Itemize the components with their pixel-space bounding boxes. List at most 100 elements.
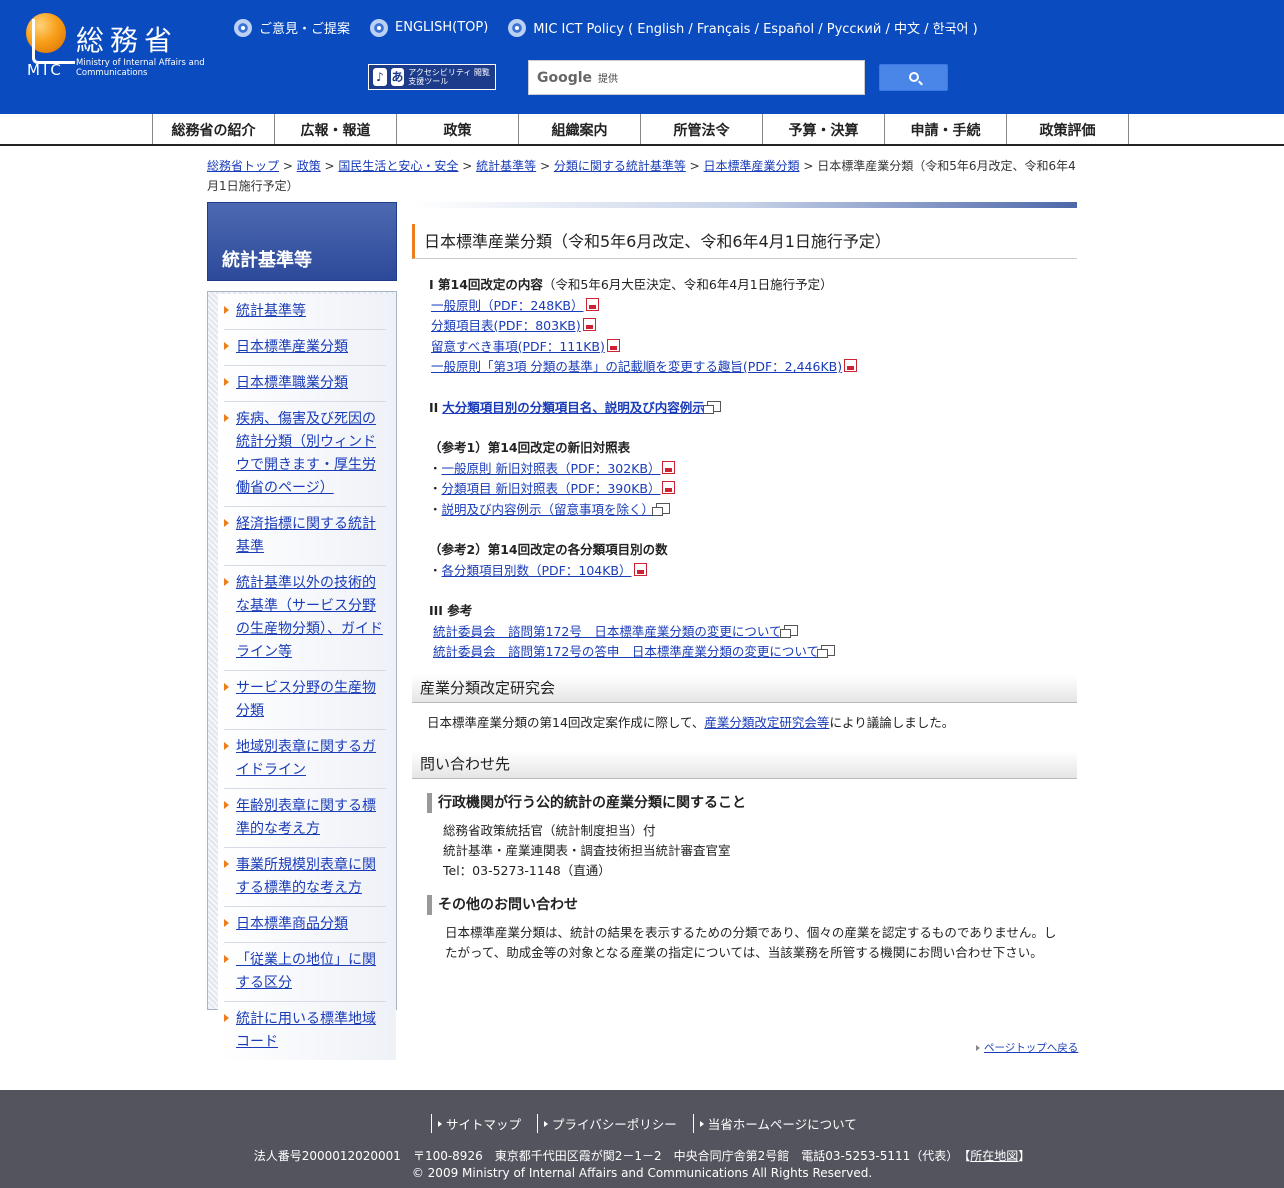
gnav-press[interactable]: 広報・報道: [275, 114, 397, 144]
gnav-procedures[interactable]: 申請・手続: [885, 114, 1007, 144]
sidebar-item: 年齢別表章に関する標準的な考え方: [224, 789, 386, 848]
study-group-text: 日本標準産業分類の第14回改定案作成に際して、産業分類改定研究会等により議論しま…: [427, 714, 955, 730]
pdf-link[interactable]: 一般原則 新旧対照表（PDF：302KB）: [442, 461, 661, 476]
sidebar-item: 事業所規模別表章に関する標準的な考え方: [224, 848, 386, 907]
search-icon: [909, 72, 919, 82]
site-footer: サイトマップ プライバシーポリシー 当省ホームページについて 法人番号20000…: [0, 1090, 1284, 1188]
sidebar-link[interactable]: 「従業上の地位」に関する区分: [236, 952, 376, 991]
site-logo[interactable]: 総務省 MIC Ministry of Internal Affairs and…: [26, 13, 216, 83]
kana-icon: あ: [390, 68, 405, 86]
footer-address: 法人番号2000012020001 〒100-8926 東京都千代田区霞が関2－…: [253, 1149, 1031, 1163]
window-link[interactable]: 統計委員会 諮問第172号 日本標準産業分類の変更について: [433, 624, 782, 639]
sidebar-link[interactable]: サービス分野の生産物分類: [236, 680, 376, 719]
ict-policy-link[interactable]: MIC ICT Policy ( English / Français / Es…: [508, 18, 978, 37]
accessibility-tool-button[interactable]: ♪ あ アクセシビリティ 閲覧支援ツール: [368, 64, 496, 90]
opinion-link[interactable]: ご意見・ご提案: [234, 18, 350, 37]
sidebar-link[interactable]: 事業所規模別表章に関する標準的な考え方: [236, 857, 376, 896]
breadcrumb-link[interactable]: 統計基準等: [476, 159, 536, 173]
pdf-link[interactable]: 一般原則「第3項 分類の基準」の記載順を変更する趣旨(PDF：2,446KB): [431, 359, 842, 374]
footer-links: サイトマップ プライバシーポリシー 当省ホームページについて: [431, 1114, 873, 1133]
breadcrumb-link[interactable]: 分類に関する統計基準等: [554, 159, 686, 173]
section-3-heading: III 参考: [429, 603, 473, 618]
global-nav: 総務省の紹介 広報・報道 政策 組織案内 所管法令 予算・決算 申請・手続 政策…: [0, 114, 1284, 146]
pdf-icon: [633, 562, 647, 576]
gnav-laws[interactable]: 所管法令: [641, 114, 763, 144]
sidebar-item: 地域別表章に関するガイドライン: [224, 730, 386, 789]
sidebar-link[interactable]: 日本標準産業分類: [236, 339, 348, 355]
gnav-evaluation[interactable]: 政策評価: [1007, 114, 1129, 144]
new-window-icon: [817, 645, 835, 658]
gnav-policy[interactable]: 政策: [397, 114, 519, 144]
breadcrumb-link[interactable]: 日本標準産業分類: [704, 159, 800, 173]
sidebar-link[interactable]: 経済指標に関する統計基準: [236, 516, 376, 555]
sidebar-link[interactable]: 日本標準職業分類: [236, 375, 348, 391]
window-link[interactable]: 説明及び内容例示（留意事項を除く）: [442, 502, 655, 517]
footer-about-site-link[interactable]: 当省ホームページについて: [692, 1114, 873, 1133]
sidebar-item: 統計基準以外の技術的な基準（サービス分野の生産物分類）、ガイドライン等: [224, 566, 386, 671]
sidebar-item: 日本標準産業分類: [224, 330, 386, 366]
gnav-budget[interactable]: 予算・決算: [763, 114, 885, 144]
sidebar-item: 「従業上の地位」に関する区分: [224, 943, 386, 1002]
main-content: 日本標準産業分類（令和5年6月改定、令和6年4月1日施行予定） I 第14回改定…: [412, 202, 1077, 963]
breadcrumb-link[interactable]: 総務省トップ: [207, 159, 279, 173]
sidebar-link[interactable]: 地域別表章に関するガイドライン: [236, 739, 376, 778]
pdf-link[interactable]: 各分類項目別数（PDF：104KB）: [442, 563, 632, 578]
speaker-icon: ♪: [373, 68, 387, 86]
pdf-icon: [662, 460, 676, 474]
gnav-about[interactable]: 総務省の紹介: [153, 114, 275, 144]
footer-map-link[interactable]: 所在地図: [970, 1149, 1018, 1163]
breadcrumb-link[interactable]: 国民生活と安心・安全: [338, 159, 458, 173]
radio-bullet-icon: [370, 18, 389, 37]
radio-bullet-icon: [234, 18, 252, 37]
category-list-link[interactable]: 大分類項目別の分類項目名、説明及び内容例示: [442, 400, 705, 415]
sidebar-menu: 統計基準等 日本標準産業分類 日本標準職業分類 疾病、傷害及び死因の統計分類（別…: [207, 291, 397, 1060]
logo-english: Ministry of Internal Affairs and Communi…: [76, 58, 205, 78]
contact-subheading-2: その他のお問い合わせ: [427, 894, 1077, 915]
sidebar-link[interactable]: 統計に用いる標準地域コード: [236, 1011, 376, 1050]
sidebar-link[interactable]: 年齢別表章に関する標準的な考え方: [236, 798, 376, 837]
sidebar-item: 統計基準等: [224, 294, 386, 330]
window-link[interactable]: 統計委員会 諮問第172号の答申 日本標準産業分類の変更について: [433, 644, 819, 659]
new-window-icon: [702, 400, 721, 414]
new-window-icon: [779, 624, 798, 638]
footer-privacy-link[interactable]: プライバシーポリシー: [537, 1114, 693, 1133]
sidebar-item: 日本標準商品分類: [224, 907, 386, 943]
english-top-link[interactable]: ENGLISH(TOP): [370, 18, 488, 37]
sidebar-item: 統計に用いる標準地域コード: [224, 1002, 386, 1060]
footer-sitemap-link[interactable]: サイトマップ: [431, 1114, 537, 1133]
site-search-box[interactable]: Google 提供: [528, 60, 865, 95]
breadcrumb: 総務省トップ > 政策 > 国民生活と安心・安全 > 統計基準等 > 分類に関す…: [207, 159, 1076, 193]
pdf-link[interactable]: 分類項目表(PDF：803KB): [431, 318, 581, 333]
sidebar-item: 疾病、傷害及び死因の統計分類（別ウィンドウで開きます・厚生労働省のページ）: [224, 402, 386, 507]
pdf-icon: [585, 297, 599, 311]
logo-mic: MIC: [27, 61, 64, 79]
pdf-icon: [844, 359, 858, 372]
contact-address: 総務省政策統括官（統計制度担当）付 統計基準・産業連関表・調査技術担当統計審査官…: [443, 822, 731, 878]
pdf-link[interactable]: 分類項目 新旧対照表（PDF：390KB）: [442, 481, 661, 496]
header-top-links: ご意見・ご提案 ENGLISH(TOP) MIC ICT Policy ( En…: [234, 18, 978, 37]
contact-subheading-1: 行政機関が行う公的統計の産業分類に関すること: [427, 792, 1077, 813]
search-provided-label: 提供: [598, 74, 619, 85]
sidebar-item: 経済指標に関する統計基準: [224, 507, 386, 566]
sidebar-link[interactable]: 統計基準等: [236, 303, 306, 319]
study-group-link[interactable]: 産業分類改定研究会等: [704, 715, 829, 730]
search-button[interactable]: [879, 64, 948, 91]
reference-2-heading: （参考2）第14回改定の各分類項目別の数: [429, 542, 668, 557]
reference-1-heading: （参考1）第14回改定の新旧対照表: [429, 440, 631, 455]
gnav-organization[interactable]: 組織案内: [519, 114, 641, 144]
sidebar-link[interactable]: 疾病、傷害及び死因の統計分類（別ウィンドウで開きます・厚生労働省のページ）: [236, 411, 376, 496]
sidebar-link[interactable]: 統計基準以外の技術的な基準（サービス分野の生産物分類）、ガイドライン等: [236, 575, 383, 660]
section-1-heading: I 第14回改定の内容（令和5年6月大臣決定、令和6年4月1日施行予定）: [429, 277, 833, 292]
page-top-link[interactable]: ページトップへ戻る: [976, 1040, 1078, 1055]
search-input[interactable]: [618, 70, 864, 85]
logo-emblem-icon: [26, 13, 75, 64]
sidebar-link[interactable]: 日本標準商品分類: [236, 916, 348, 932]
pdf-link[interactable]: 一般原則（PDF：248KB）: [431, 298, 584, 313]
sidebar-item: 日本標準職業分類: [224, 366, 386, 402]
pdf-link[interactable]: 留意すべき事項(PDF：111KB): [431, 339, 605, 354]
contact-note: 日本標準産業分類は、統計の結果を表示するための分類であり、個々の産業を認定するも…: [445, 924, 1057, 960]
breadcrumb-link[interactable]: 政策: [297, 159, 321, 173]
pdf-icon: [606, 338, 620, 352]
site-header: 総務省 MIC Ministry of Internal Affairs and…: [0, 0, 1284, 114]
pdf-icon: [662, 481, 676, 494]
